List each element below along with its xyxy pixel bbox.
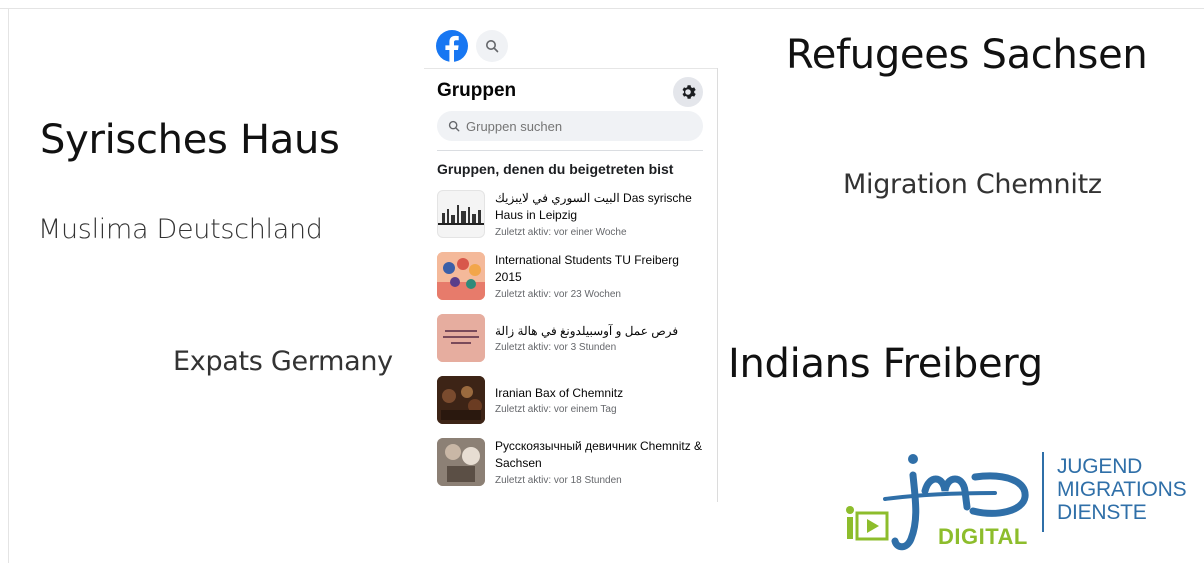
word-migration-chemnitz: Migration Chemnitz (843, 169, 1102, 200)
group-item[interactable]: Русскоязычный девичник Chemnitz & Sachse… (437, 438, 707, 488)
divider (437, 150, 703, 151)
group-item[interactable]: International Students TU Freiberg 2015 … (437, 252, 707, 302)
group-name: Русскоязычный девичник Chemnitz & Sachse… (495, 439, 703, 470)
word-indians-freiberg: Indians Freiberg (728, 341, 1043, 387)
group-last-active: Zuletzt aktiv: vor 3 Stunden (495, 342, 617, 353)
facebook-top-bar (424, 22, 718, 69)
word-syrisches-haus: Syrisches Haus (40, 117, 340, 163)
group-thumbnail (437, 438, 485, 486)
group-name: فرص عمل و آوسبيلدونغ في هالة زالة (495, 324, 679, 338)
group-thumbnail (437, 252, 485, 300)
group-last-active: Zuletzt aktiv: vor einer Woche (495, 227, 627, 238)
group-last-active: Zuletzt aktiv: vor 23 Wochen (495, 289, 621, 300)
group-last-active: Zuletzt aktiv: vor einem Tag (495, 404, 617, 415)
gear-icon[interactable] (673, 77, 703, 107)
facebook-logo-icon[interactable] (436, 30, 468, 62)
group-search-field[interactable] (437, 111, 703, 141)
jmd-logo-line-3: DIENSTE (1057, 501, 1147, 524)
jmd-logo-text: JUGEND MIGRATIONS DIENSTE (1057, 455, 1187, 524)
group-thumbnail (437, 376, 485, 424)
facebook-groups-panel: Gruppen Gruppen, denen du beigetreten bi… (424, 22, 718, 502)
group-name: البيت السوري في لايبزيك Das syrische Hau… (495, 191, 692, 222)
group-thumbnail (437, 190, 485, 238)
jmd-logo-line-1: JUGEND (1057, 455, 1143, 478)
group-search-input[interactable] (466, 118, 686, 134)
group-item[interactable]: البيت السوري في لايبزيك Das syrische Hau… (437, 190, 707, 240)
word-refugees-sachsen: Refugees Sachsen (786, 32, 1148, 78)
joined-groups-heading: Gruppen, denen du beigetreten bist (437, 161, 674, 177)
word-expats-germany: Expats Germany (173, 346, 393, 377)
frame-top-border (0, 8, 1204, 9)
group-thumbnail (437, 314, 485, 362)
search-icon (448, 120, 460, 132)
jmd-logo-divider (1042, 452, 1044, 532)
word-muslima-deutschland: Muslima Deutschland (38, 214, 323, 245)
group-last-active: Zuletzt aktiv: vor 18 Stunden (495, 475, 622, 486)
group-item[interactable]: Iranian Bax of Chemnitz Zuletzt aktiv: v… (437, 376, 707, 426)
jmd-logo-line-2: MIGRATIONS (1057, 478, 1187, 501)
frame-left-border (8, 8, 9, 563)
group-name: Iranian Bax of Chemnitz (495, 386, 624, 400)
group-item[interactable]: فرص عمل و آوسبيلدونغ في هالة زالة Zuletz… (437, 314, 707, 364)
groups-title: Gruppen (437, 80, 517, 101)
panel-right-border (717, 68, 718, 502)
search-icon[interactable] (476, 30, 508, 62)
group-name: International Students TU Freiberg 2015 (495, 253, 679, 284)
jmd-digital-label: DIGITAL (938, 524, 1028, 549)
